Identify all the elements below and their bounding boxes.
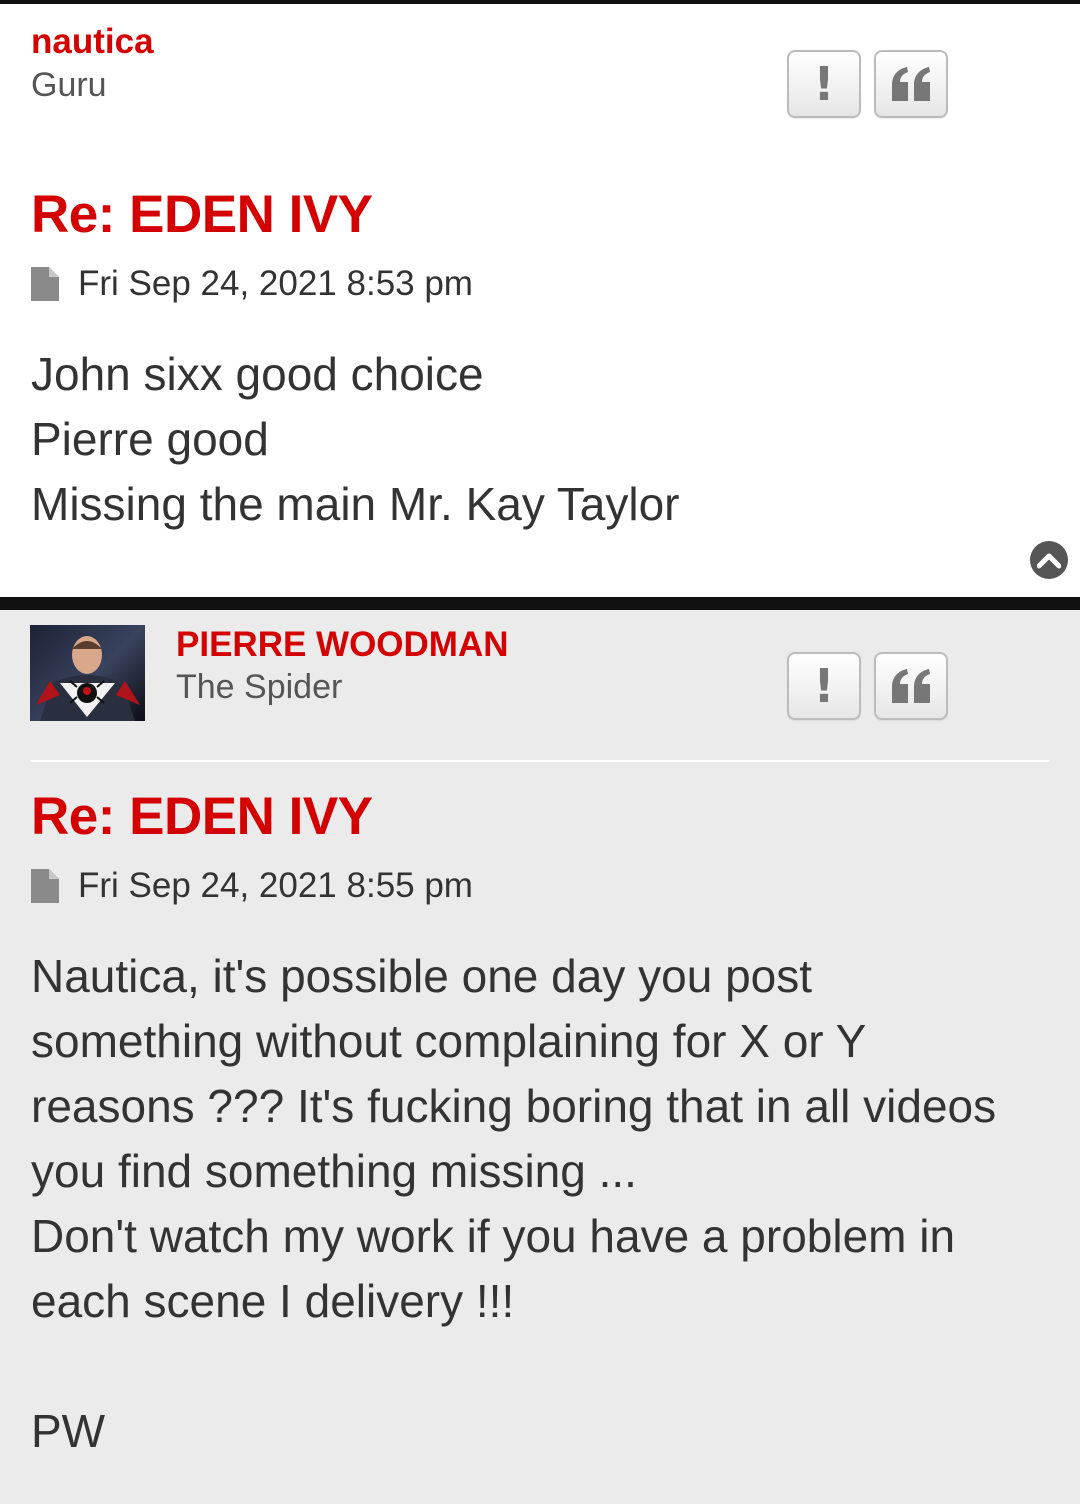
post-date: Fri Sep 24, 2021 8:53 pm [78, 264, 473, 303]
post-meta: Fri Sep 24, 2021 8:53 pm [31, 264, 473, 304]
report-button[interactable]: ! [787, 50, 861, 118]
report-button[interactable]: ! [787, 652, 861, 720]
exclamation-icon: ! [813, 57, 835, 111]
quote-button[interactable] [874, 50, 948, 118]
post-content-line: Pierre good [31, 413, 269, 465]
quote-button[interactable] [874, 652, 948, 720]
document-icon [31, 869, 59, 903]
post-content-line: John sixx good choice [31, 348, 484, 400]
quote-icon [892, 67, 930, 101]
post-header-separator [30, 760, 1050, 762]
post-author-username[interactable]: nautica [31, 22, 154, 62]
post-meta: Fri Sep 24, 2021 8:55 pm [31, 866, 473, 906]
chevron-up-circle-icon [1037, 553, 1061, 569]
post-date: Fri Sep 24, 2021 8:55 pm [78, 866, 473, 905]
quote-icon [892, 669, 930, 703]
post-title[interactable]: Re: EDEN IVY [31, 786, 373, 847]
post-content-line [31, 1334, 1020, 1399]
post-divider [0, 597, 1080, 610]
post-nautica: nautica Guru ! Re: EDEN IVY Fri Sep 24, … [0, 0, 1080, 597]
post-content-line: Missing the main Mr. Kay Taylor [31, 478, 680, 530]
spider-logo-avatar [36, 636, 140, 721]
back-to-top-button[interactable] [1030, 541, 1068, 579]
post-content-line: Nautica, it's possible one day you post … [31, 950, 997, 1197]
post-content-line: Don't watch my work if you have a proble… [31, 1210, 956, 1327]
post-content: John sixx good choice Pierre good Missin… [31, 342, 1040, 537]
avatar[interactable] [30, 625, 145, 721]
post-pierre-woodman: PIERRE WOODMAN The Spider ! Re: EDEN IVY… [0, 610, 1080, 1504]
post-author-username[interactable]: PIERRE WOODMAN [176, 625, 509, 665]
post-author-rank: The Spider [176, 668, 343, 706]
exclamation-icon: ! [813, 659, 835, 713]
document-icon [31, 267, 59, 301]
post-signature: PW [31, 1405, 106, 1457]
post-content: Nautica, it's possible one day you post … [31, 944, 1020, 1464]
post-title[interactable]: Re: EDEN IVY [31, 184, 373, 245]
post-author-rank: Guru [31, 66, 107, 104]
